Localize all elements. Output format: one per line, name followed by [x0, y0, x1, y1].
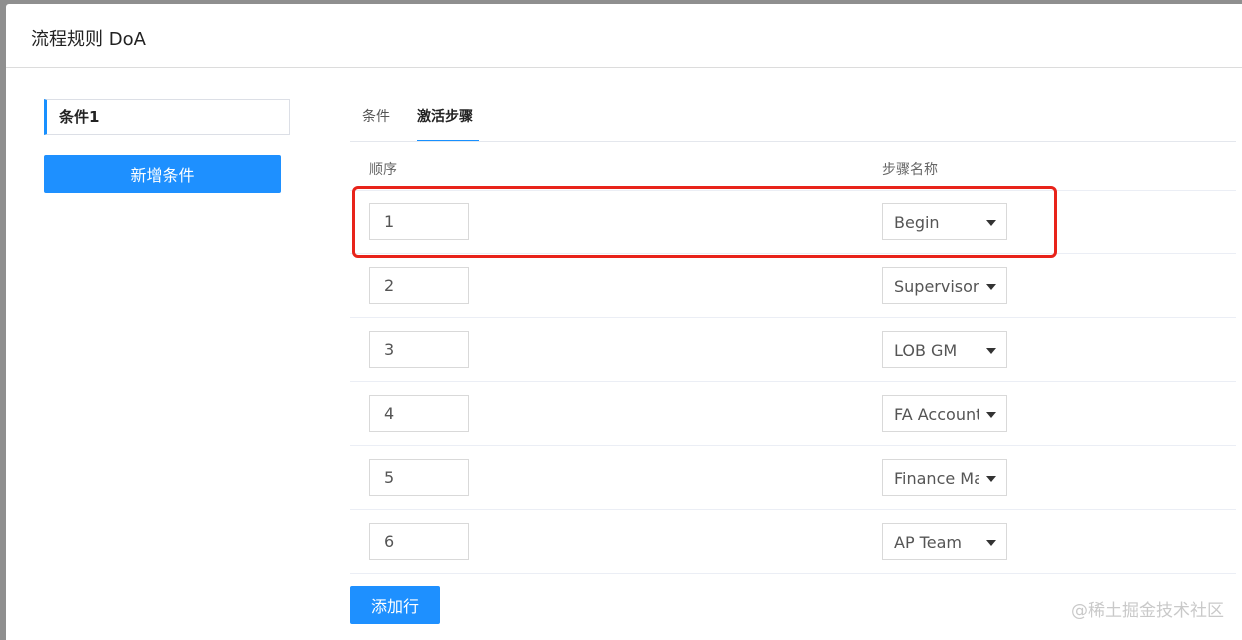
add-condition-button[interactable]: 新增条件 [44, 155, 281, 193]
step-select-value: Supervisor [894, 277, 979, 296]
table-row: AP Team [350, 510, 1236, 574]
step-select[interactable]: FA Account [882, 395, 1007, 432]
caret-down-icon [986, 284, 996, 290]
step-select-value: LOB GM [894, 341, 958, 360]
add-row-button[interactable]: 添加行 [350, 586, 440, 624]
step-select-value: Begin [894, 213, 940, 232]
step-select-value: Finance Ma [894, 469, 979, 488]
table-row: LOB GM [350, 318, 1236, 382]
column-header-step-name: 步骤名称 [882, 162, 938, 178]
step-select-value: FA Account [894, 405, 979, 424]
condition-item-1[interactable]: 条件1 [44, 99, 290, 135]
column-header-order: 顺序 [369, 162, 397, 178]
caret-down-icon [986, 476, 996, 482]
caret-down-icon [986, 348, 996, 354]
table-row: FA Account [350, 382, 1236, 446]
caret-down-icon [986, 220, 996, 226]
dialog-header: 流程规则 DoA [6, 4, 1242, 68]
tab-conditions[interactable]: 条件 [362, 106, 390, 142]
order-input[interactable] [369, 203, 469, 240]
tab-activation-steps[interactable]: 激活步骤 [417, 106, 479, 142]
caret-down-icon [986, 540, 996, 546]
steps-table-body: Begin Supervisor LOB GM FA Account Finan… [350, 190, 1236, 574]
step-select-value: AP Team [894, 533, 962, 552]
order-input[interactable] [369, 331, 469, 368]
order-input[interactable] [369, 523, 469, 560]
step-select[interactable]: LOB GM [882, 331, 1007, 368]
step-select[interactable]: AP Team [882, 523, 1007, 560]
dialog-title: 流程规则 DoA [31, 29, 146, 50]
step-select[interactable]: Finance Ma [882, 459, 1007, 496]
table-row: Finance Ma [350, 446, 1236, 510]
table-header: 顺序 步骤名称 [350, 142, 1236, 191]
watermark: @稀土掘金技术社区 [1071, 601, 1224, 621]
order-input[interactable] [369, 459, 469, 496]
tab-bar: 条件 激活步骤 [350, 96, 1236, 142]
step-select[interactable]: Supervisor [882, 267, 1007, 304]
table-row: Begin [350, 190, 1236, 254]
order-input[interactable] [369, 395, 469, 432]
caret-down-icon [986, 412, 996, 418]
step-select[interactable]: Begin [882, 203, 1007, 240]
order-input[interactable] [369, 267, 469, 304]
table-row: Supervisor [350, 254, 1236, 318]
